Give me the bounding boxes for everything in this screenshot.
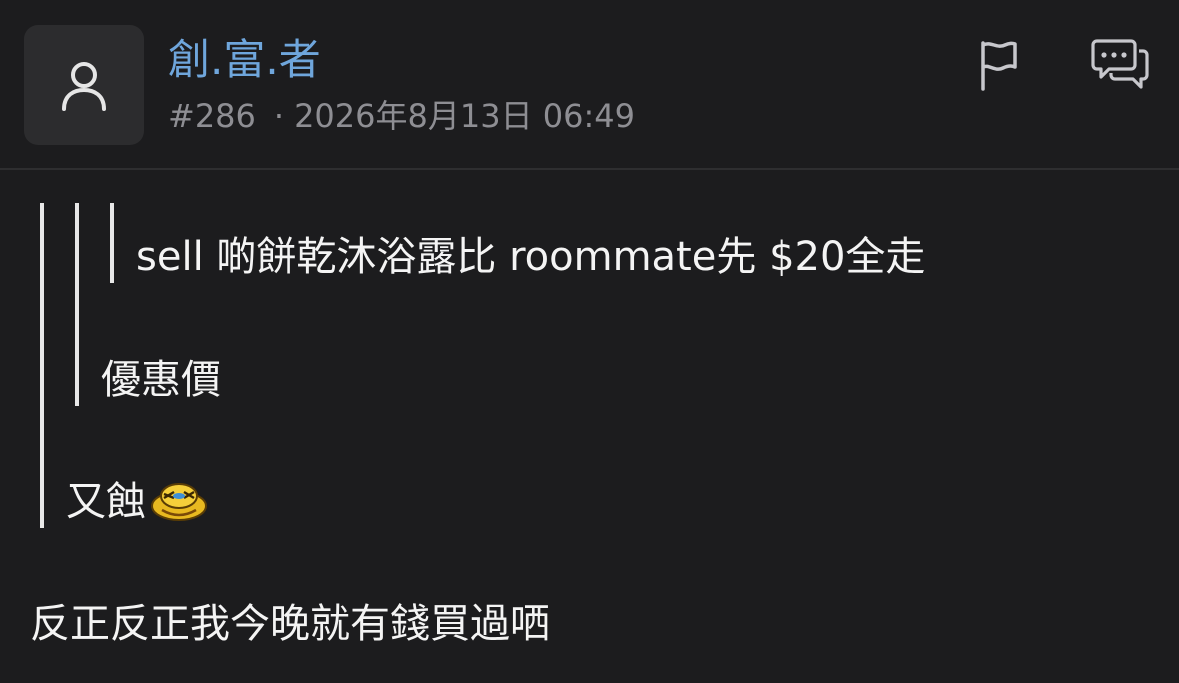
quote-text-level3: sell 啲餅乾沐浴露比 roommate先 $20全走 [136, 234, 926, 280]
post-number[interactable]: #286 [168, 97, 256, 135]
post-body-text: 反正反正我今晚就有錢買過哂 [30, 601, 550, 647]
quote-text-level1: 又蝕 [66, 479, 146, 525]
post-header: 創.富.者 #286 · 2026年8月13日 06:49 [0, 0, 1179, 170]
reply-button[interactable] [1089, 34, 1151, 96]
flag-icon [981, 41, 1017, 91]
post-timestamp: 2026年8月13日 06:49 [294, 97, 635, 135]
post-meta: #286 · 2026年8月13日 06:49 [168, 96, 635, 136]
quote-text-level2: 優惠價 [101, 357, 221, 403]
username-link[interactable]: 創.富.者 [168, 32, 321, 88]
forum-post: 創.富.者 #286 · 2026年8月13日 06:49 sell 啲餅乾沐浴露比… [0, 0, 1179, 683]
quote-bar-level3 [110, 203, 114, 283]
smiley-emoji-icon [148, 476, 210, 528]
meta-separator: · [273, 97, 285, 135]
chat-bubbles-icon [1091, 39, 1149, 89]
quote-bar-level1 [40, 203, 44, 528]
quote-text-level1-row: 又蝕 [66, 476, 210, 528]
report-button[interactable] [968, 34, 1030, 96]
avatar[interactable] [24, 25, 144, 145]
user-avatar-icon [62, 62, 106, 111]
quote-bar-level2 [75, 203, 79, 406]
